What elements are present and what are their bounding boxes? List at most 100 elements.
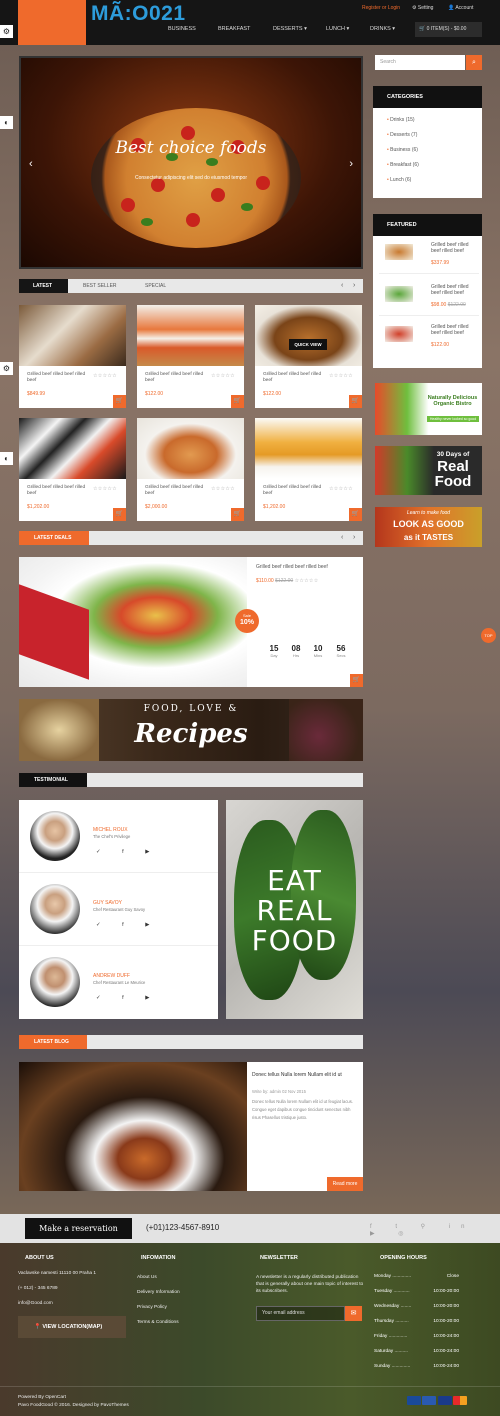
settings-gear-icon[interactable]: ⚙ [0, 25, 13, 38]
hero-slider[interactable]: Best choice foods Consectetur adipiscing… [19, 56, 363, 269]
featured-image[interactable] [385, 244, 413, 260]
contrast-icon-2[interactable]: ◐ [0, 452, 13, 465]
back-to-top-button[interactable]: TOP [481, 628, 496, 643]
social-icons[interactable]: ✓ f ▶ [96, 849, 159, 855]
category-item[interactable]: • Desserts (7) [387, 132, 417, 138]
product-image[interactable] [255, 418, 362, 479]
view-location-button[interactable]: 📍 VIEW LOCATION(MAP) [18, 1316, 126, 1338]
logo[interactable] [18, 0, 86, 45]
social-icons[interactable]: ✓ f ▶ [96, 922, 159, 928]
featured-name[interactable]: Grilled beef rilled beef rilled beef [431, 284, 479, 296]
organic-bistro-banner[interactable]: Naturally Delicious Organic Bistro Healt… [375, 383, 482, 435]
contrast-icon[interactable]: ◐ [0, 116, 13, 129]
quick-view-button[interactable]: QUICK VIEW [289, 339, 327, 350]
nav-desserts[interactable]: DESSERTS ▾ [273, 26, 307, 32]
product-card[interactable]: Grilled beef rilled beef rilled beef ☆☆☆… [137, 418, 244, 521]
featured-item[interactable]: Grilled beef rilled beef rilled beef $98… [379, 280, 479, 316]
footer-link[interactable]: Terms & Conditions [137, 1320, 179, 1325]
footer-link[interactable]: About Us [137, 1275, 157, 1280]
search-icon[interactable]: ⌕ [466, 55, 482, 70]
blog-post-title[interactable]: Donec tellus Nulla lorem Nullam elit id … [252, 1072, 360, 1078]
featured-item[interactable]: Grilled beef rilled beef rilled beef $12… [379, 320, 479, 356]
make-reservation-button[interactable]: Make a reservation [25, 1218, 132, 1239]
setting-menu[interactable]: ⚙ Setting [412, 5, 433, 11]
tabs-next-icon[interactable]: › [353, 279, 355, 293]
featured-name[interactable]: Grilled beef rilled beef rilled beef [431, 242, 479, 254]
payment-icons [407, 1396, 482, 1406]
nav-business[interactable]: BUSINESS [168, 26, 196, 32]
add-to-cart-button[interactable]: 🛒 [113, 395, 126, 408]
deal-name[interactable]: Grilled beef rilled beef rilled beef [256, 564, 328, 570]
maestro-icon [453, 1396, 468, 1405]
add-to-cart-button[interactable]: 🛒 [349, 508, 362, 521]
product-name[interactable]: Grilled beef rilled beef rilled beef [145, 372, 205, 384]
featured-image[interactable] [385, 286, 413, 302]
add-to-cart-button[interactable]: 🛒 [113, 508, 126, 521]
product-image[interactable] [19, 418, 126, 479]
add-to-cart-button[interactable]: 🛒 [349, 395, 362, 408]
real-text: REAL [256, 894, 333, 927]
recipes-banner[interactable]: FOOD, LOVE & Recipes [19, 699, 363, 761]
eat-real-food-banner[interactable]: EAT REAL FOOD [226, 800, 363, 1019]
product-card[interactable]: Grilled beef rilled beef rilled beef ☆☆☆… [137, 305, 244, 408]
product-image[interactable] [19, 305, 126, 366]
add-to-cart-button[interactable]: 🛒 [231, 508, 244, 521]
product-card[interactable]: QUICK VIEW Grilled beef rilled beef rill… [255, 305, 362, 408]
category-item[interactable]: • Lunch (6) [387, 177, 411, 183]
product-image[interactable] [137, 418, 244, 479]
nav-drinks[interactable]: DRINKS ▾ [370, 26, 395, 32]
featured-name[interactable]: Grilled beef rilled beef rilled beef [431, 324, 479, 336]
avatar [30, 884, 80, 934]
deals-next-icon[interactable]: › [353, 531, 355, 545]
deal-image[interactable] [19, 557, 247, 687]
social-icons[interactable]: ✓ f ▶ [96, 995, 159, 1001]
send-icon[interactable]: ✉ [345, 1306, 362, 1321]
tabs-prev-icon[interactable]: ‹ [341, 279, 343, 293]
tab-latest[interactable]: LATEST [19, 279, 68, 293]
read-more-button[interactable]: Read more [327, 1177, 363, 1191]
product-name[interactable]: Grilled beef rilled beef rilled beef [263, 372, 323, 384]
newsletter-email-input[interactable]: Your email address [256, 1306, 345, 1321]
tab-special[interactable]: SPECIAL [145, 279, 166, 293]
product-card[interactable]: Grilled beef rilled beef rilled beef ☆☆☆… [255, 418, 362, 521]
product-name[interactable]: Grilled beef rilled beef rilled beef [27, 485, 87, 497]
real-food-banner[interactable]: 30 Days of Real Food [375, 446, 482, 495]
category-item[interactable]: • Breakfast (6) [387, 162, 419, 168]
blog-image[interactable] [19, 1062, 247, 1191]
product-card[interactable]: Grilled beef rilled beef rilled beef ☆☆☆… [19, 418, 126, 521]
product-name[interactable]: Grilled beef rilled beef rilled beef [263, 485, 323, 497]
social-icons[interactable]: f t ⚲ in ▶ ◎ [370, 1223, 500, 1237]
footer-link[interactable]: Privacy Policy [137, 1305, 167, 1310]
product-image[interactable] [255, 305, 362, 366]
featured-image[interactable] [385, 326, 413, 342]
register-login-link[interactable]: Register or Login [362, 5, 400, 11]
rating-stars-icon: ☆☆☆☆☆ [329, 373, 353, 379]
slider-subtitle: Consectetur adipiscing elit sed do eiusm… [134, 175, 247, 181]
category-item[interactable]: • Drinks (15) [387, 117, 415, 123]
search-input[interactable]: Search [375, 55, 465, 70]
settings-gear-icon-2[interactable]: ⚙ [0, 362, 13, 375]
product-name[interactable]: Grilled beef rilled beef rilled beef [145, 485, 205, 497]
slider-prev-icon[interactable]: ‹ [29, 158, 33, 170]
look-as-good-banner[interactable]: Learn to make food LOOK AS GOOD as it TA… [375, 507, 482, 547]
nav-lunch[interactable]: LUNCH ▾ [326, 26, 349, 32]
cart-button[interactable]: 🛒 0 ITEM(S) - $0.00 [415, 22, 482, 37]
deals-prev-icon[interactable]: ‹ [341, 531, 343, 545]
product-card[interactable]: Grilled beef rilled beef rilled beef ☆☆☆… [19, 305, 126, 408]
deal-card[interactable]: Sale 10% Grilled beef rilled beef rilled … [19, 557, 363, 687]
add-to-cart-button[interactable]: 🛒 [231, 395, 244, 408]
slider-next-icon[interactable]: › [349, 158, 353, 170]
category-item[interactable]: • Business (6) [387, 147, 418, 153]
featured-item[interactable]: Grilled beef rilled beef rilled beef $33… [379, 238, 479, 274]
add-to-cart-button[interactable]: 🛒 [350, 674, 363, 687]
blog-card[interactable]: Donec tellus Nulla lorem Nullam elit id … [19, 1062, 363, 1191]
footer-link[interactable]: Delivery Information [137, 1290, 180, 1295]
footer-email[interactable]: info@Good.com [18, 1301, 53, 1306]
cart-label: 0 ITEM(S) - $0.00 [426, 26, 467, 32]
product-name[interactable]: Grilled beef rilled beef rilled beef [27, 372, 87, 384]
account-menu[interactable]: 👤 Account [448, 5, 473, 11]
copyright: Pavo FoodGood © 2016. Designed by PavoTh… [18, 1403, 129, 1408]
product-image[interactable] [137, 305, 244, 366]
nav-breakfast[interactable]: BREAKFAST [218, 26, 250, 32]
tab-best-seller[interactable]: BEST SELLER [83, 279, 117, 293]
